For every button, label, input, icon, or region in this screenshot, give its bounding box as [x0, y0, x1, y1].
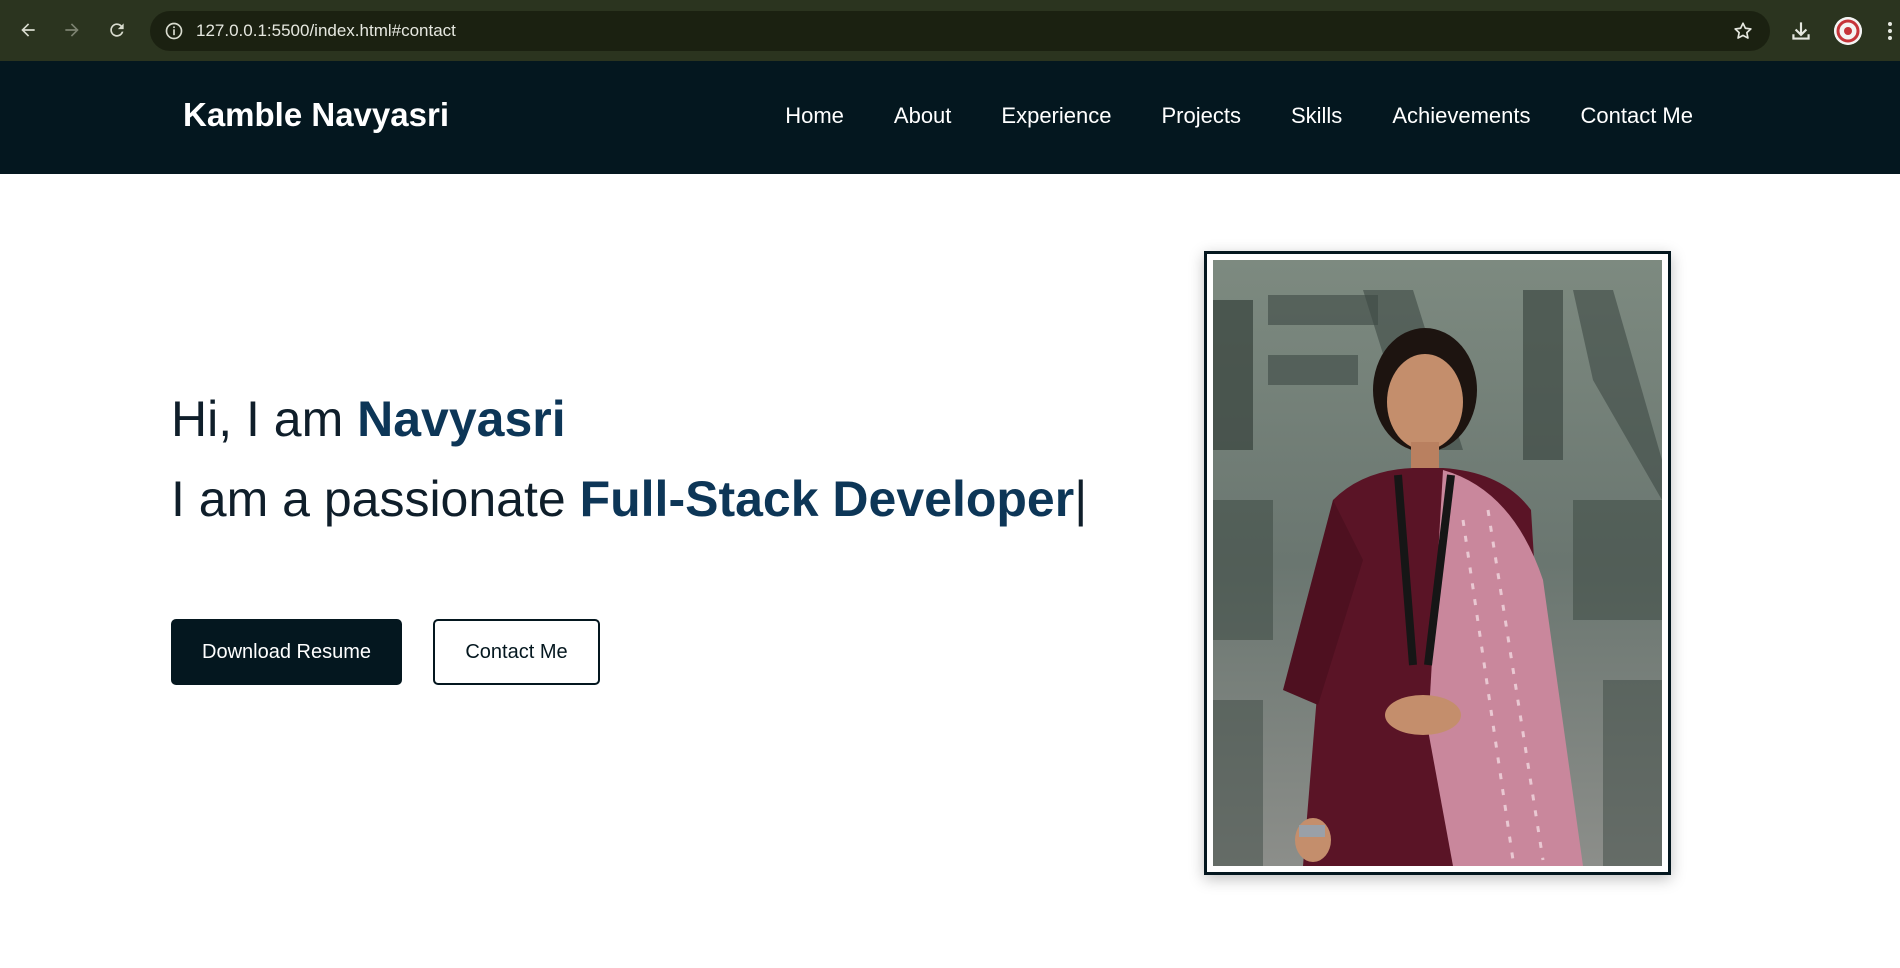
star-icon[interactable]: [1732, 20, 1754, 42]
site-logo[interactable]: Kamble Navyasri: [183, 95, 449, 135]
arrow-right-icon: [65, 23, 79, 37]
reload-icon: [110, 23, 124, 37]
nav-home[interactable]: Home: [785, 103, 844, 129]
nav-contact[interactable]: Contact Me: [1581, 103, 1694, 129]
typing-cursor: |: [1074, 471, 1088, 527]
avatar[interactable]: [1834, 17, 1862, 45]
download-resume-button[interactable]: Download Resume: [171, 619, 402, 685]
main-nav: Home About Experience Projects Skills Ac…: [785, 103, 1693, 129]
contact-me-button[interactable]: Contact Me: [433, 619, 600, 685]
hero-greeting: Hi, I am Navyasri: [171, 389, 566, 449]
greeting-prefix: Hi, I am: [171, 391, 358, 447]
site-header: Kamble Navyasri Home About Experience Pr…: [0, 61, 1900, 174]
hero-name: Navyasri: [357, 391, 566, 447]
nav-achievements[interactable]: Achievements: [1392, 103, 1530, 129]
nav-skills[interactable]: Skills: [1291, 103, 1342, 129]
nav-projects[interactable]: Projects: [1161, 103, 1240, 129]
download-icon[interactable]: [1788, 18, 1814, 44]
profile-photo: [1213, 260, 1662, 866]
browser-toolbar: 127.0.0.1:5500/index.html#contact: [0, 0, 1900, 61]
hero-tagline: I am a passionate Full-Stack Developer|: [171, 469, 1087, 529]
arrow-left-icon: [21, 23, 35, 37]
url-text[interactable]: 127.0.0.1:5500/index.html#contact: [196, 21, 456, 41]
reload-button[interactable]: [101, 14, 133, 46]
back-button[interactable]: [12, 14, 44, 46]
forward-button[interactable]: [56, 14, 88, 46]
address-bar[interactable]: 127.0.0.1:5500/index.html#contact: [150, 11, 1770, 51]
info-icon[interactable]: [164, 21, 184, 41]
nav-experience[interactable]: Experience: [1001, 103, 1111, 129]
hero-role: Full-Stack Developer: [579, 471, 1075, 527]
tagline-prefix: I am a passionate: [171, 471, 580, 527]
profile-photo-frame: [1204, 251, 1671, 875]
nav-about[interactable]: About: [894, 103, 952, 129]
kebab-menu-icon[interactable]: [1884, 18, 1896, 44]
